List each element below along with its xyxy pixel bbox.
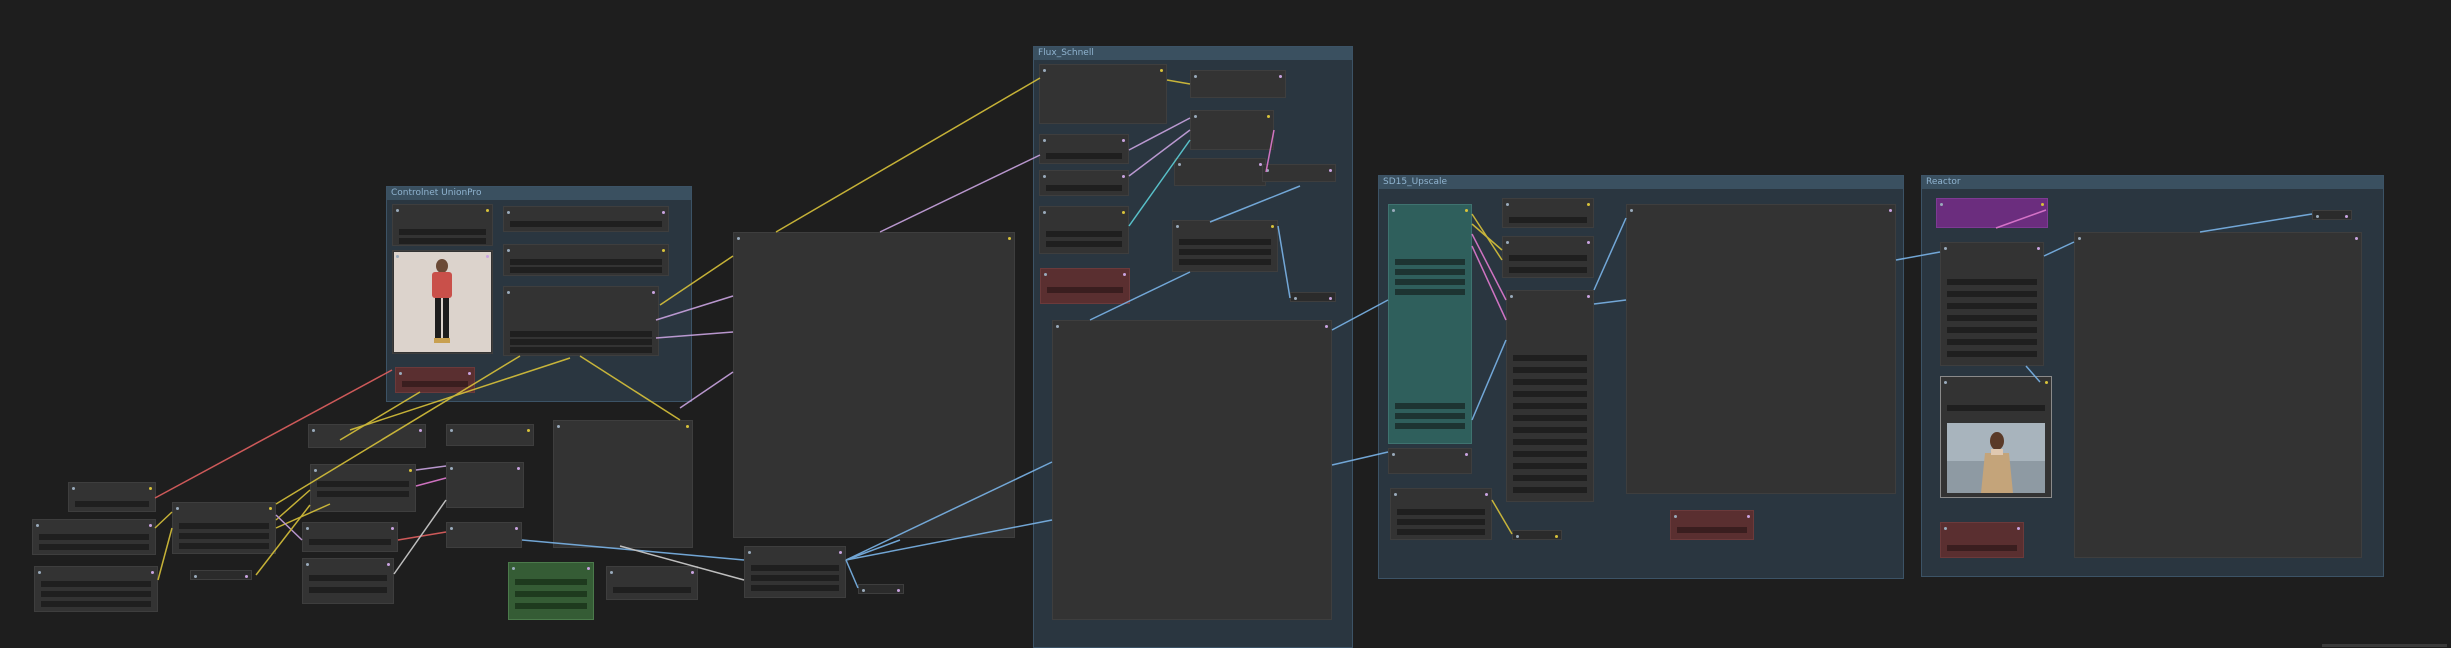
wire [845, 559, 859, 589]
wire [1209, 185, 1301, 223]
wire [679, 371, 734, 409]
wire [1331, 451, 1389, 466]
wire [393, 499, 447, 575]
wire [154, 369, 393, 499]
node-graph-canvas[interactable]: Controlnet UnionPro Flux_Schnell SD15_Up… [0, 0, 2451, 648]
wire [1471, 339, 1507, 421]
wire [845, 461, 1053, 561]
wire [275, 503, 331, 529]
wire [339, 391, 421, 441]
node-wires [154, 77, 2313, 589]
wire [579, 355, 681, 421]
wire [1471, 233, 1507, 301]
wire [879, 154, 1041, 233]
wire [659, 255, 734, 306]
wire [157, 527, 173, 581]
wire [2025, 365, 2041, 383]
wire [655, 331, 734, 339]
wire [415, 477, 447, 487]
wire [1128, 117, 1191, 151]
wire [845, 539, 901, 561]
wire [1895, 251, 1941, 261]
wire [1265, 129, 1275, 173]
wire [1593, 299, 1627, 305]
wire [845, 519, 1053, 561]
wire [415, 465, 447, 471]
wire [349, 357, 571, 431]
wire [2043, 241, 2075, 257]
canvas-scrollbar[interactable] [2322, 644, 2447, 647]
wire [275, 355, 521, 505]
wire [1995, 209, 2047, 229]
wire [1166, 79, 1191, 85]
wire [619, 545, 745, 581]
wire [1471, 223, 1503, 251]
wire [2199, 213, 2313, 233]
wire [775, 77, 1041, 233]
wire [154, 511, 173, 529]
wire [1277, 225, 1291, 299]
wire [1089, 271, 1191, 321]
wire [1593, 217, 1627, 291]
wire [1491, 499, 1513, 535]
wire [1331, 299, 1389, 331]
